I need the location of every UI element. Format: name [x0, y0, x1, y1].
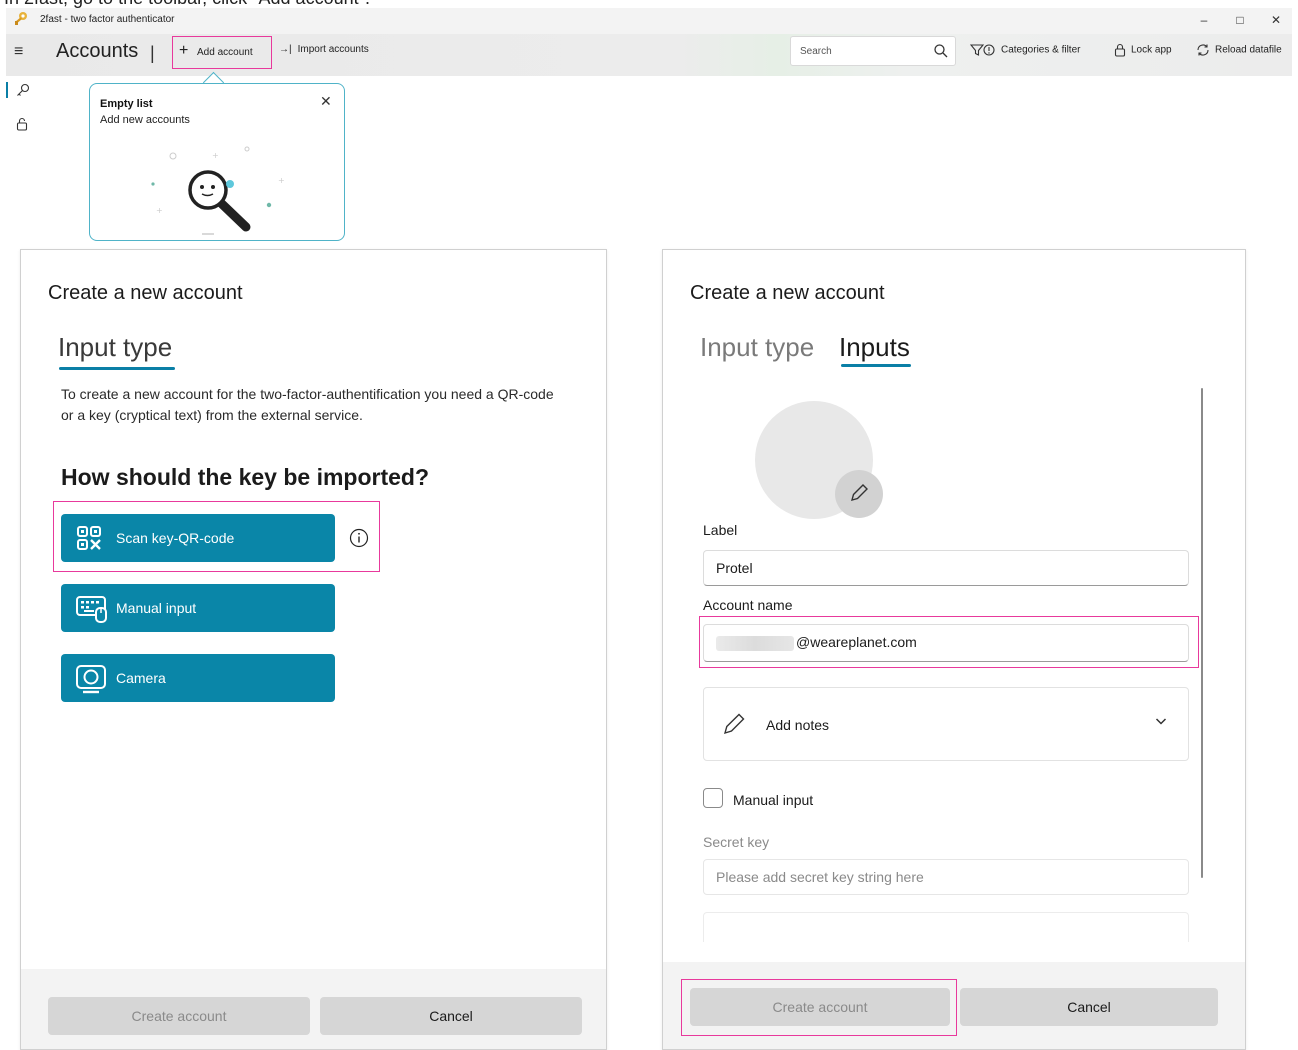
create-account-button[interactable]: Create account — [690, 988, 950, 1026]
cancel-button[interactable]: Cancel — [960, 988, 1218, 1026]
account-name-value: @weareplanet.com — [796, 634, 917, 650]
add-account-label: Add account — [197, 47, 253, 58]
create-account-dialog-input-type: Create a new account Input type To creat… — [20, 249, 607, 1050]
dialog-title: Create a new account — [690, 282, 885, 304]
reload-icon — [1197, 44, 1209, 56]
add-account-button[interactable]: + Add account — [172, 36, 272, 69]
svg-text:+: + — [278, 176, 285, 185]
teaching-tip-title: Empty list — [100, 98, 153, 110]
chevron-down-icon[interactable] — [1154, 714, 1168, 728]
pencil-icon — [723, 713, 745, 735]
teaching-tip: Empty list Add new accounts ✕ + + + — [89, 83, 345, 241]
label-input[interactable]: Protel — [703, 550, 1189, 586]
svg-text:+: + — [212, 151, 219, 160]
add-notes-label: Add notes — [766, 717, 830, 733]
import-question-heading: How should the key be imported? — [61, 464, 430, 490]
categories-filter-label: Categories & filter — [1001, 44, 1081, 56]
import-accounts-label: Import accounts — [297, 44, 369, 55]
lock-icon — [1114, 43, 1126, 57]
manual-input-checkbox-label[interactable]: Manual input — [733, 792, 813, 808]
create-account-button[interactable]: Create account — [48, 997, 310, 1035]
teaching-tip-text: Add new accounts — [100, 114, 190, 126]
account-name-field-label: Account name — [703, 597, 793, 613]
close-icon[interactable]: ✕ — [320, 93, 332, 110]
window-title: 2fast - two factor authenticator — [40, 14, 175, 25]
reload-datafile-label: Reload datafile — [1215, 44, 1282, 56]
tab-underline — [841, 364, 911, 367]
toolbar: ≡ Accounts | + Add account →| Import acco… — [6, 34, 1292, 76]
tab-underline — [59, 367, 175, 370]
keyboard-icon — [76, 596, 107, 623]
maximize-button[interactable]: □ — [1226, 10, 1254, 30]
camera-label: Camera — [116, 670, 166, 686]
edit-avatar-button[interactable] — [835, 470, 883, 518]
label-field-label: Label — [703, 522, 738, 538]
add-notes-expander[interactable]: Add notes — [703, 687, 1189, 761]
secret-key-field-label: Secret key — [703, 834, 770, 850]
dialog-footer: Create account Cancel — [663, 962, 1245, 1049]
manual-input-label: Manual input — [116, 600, 197, 616]
app-logo-icon — [15, 12, 27, 25]
hamburger-icon[interactable]: ≡ — [14, 43, 23, 61]
account-name-input[interactable]: @weareplanet.com — [703, 624, 1189, 662]
svg-text:+: + — [156, 206, 163, 215]
empty-search-illustration: + + + — [151, 146, 285, 235]
key-icon[interactable] — [16, 83, 30, 97]
next-field-partial — [703, 912, 1189, 942]
search-placeholder: Search — [800, 46, 832, 57]
filter-icon — [970, 44, 995, 56]
search-icon[interactable] — [933, 43, 949, 59]
create-account-dialog-inputs: Create a new account Input type Inputs L… — [662, 249, 1246, 1050]
scan-qr-code-label: Scan key-QR-code — [116, 530, 235, 546]
app-window: 2fast - two factor authenticator – □ ✕ ≡… — [6, 8, 1292, 76]
tab-input-type[interactable]: Input type — [700, 332, 814, 363]
qr-code-icon — [77, 526, 101, 550]
nav-active-indicator — [6, 82, 8, 98]
tab-inputs[interactable]: Inputs — [839, 332, 910, 363]
lock-app-button[interactable]: Lock app — [1114, 43, 1172, 57]
camera-button[interactable]: Camera — [61, 654, 335, 702]
minimize-button[interactable]: – — [1190, 10, 1218, 30]
dialog-footer: Create account Cancel — [21, 969, 606, 1049]
manual-input-button[interactable]: Manual input — [61, 584, 335, 632]
info-icon[interactable] — [349, 528, 369, 548]
page-title: Accounts — [56, 40, 139, 62]
tab-input-type[interactable]: Input type — [58, 332, 172, 363]
lock-icon[interactable] — [16, 117, 28, 131]
import-arrow-icon: →| — [279, 44, 292, 55]
cancel-button[interactable]: Cancel — [320, 997, 582, 1035]
dialog-title: Create a new account — [48, 282, 243, 304]
vertical-scrollbar[interactable] — [1201, 388, 1203, 878]
reload-datafile-button[interactable]: Reload datafile — [1196, 43, 1282, 57]
title-separator: | — [150, 43, 155, 63]
search-input[interactable]: Search — [790, 36, 956, 66]
manual-input-checkbox[interactable] — [703, 788, 723, 808]
scan-qr-code-button[interactable]: Scan key-QR-code — [61, 514, 335, 562]
redacted-text — [716, 635, 794, 651]
plus-icon: + — [179, 42, 189, 59]
lock-app-label: Lock app — [1131, 44, 1172, 56]
camera-icon — [76, 665, 106, 694]
categories-filter-button[interactable]: Categories & filter — [970, 43, 1080, 57]
dialog-description: To create a new account for the two-fact… — [61, 386, 554, 423]
import-accounts-button[interactable]: →| Import accounts — [279, 44, 369, 55]
pencil-icon — [851, 484, 868, 501]
title-bar: 2fast - two factor authenticator – □ ✕ — [6, 8, 1292, 34]
close-window-button[interactable]: ✕ — [1262, 10, 1290, 30]
secret-key-input[interactable]: Please add secret key string here — [703, 859, 1189, 895]
